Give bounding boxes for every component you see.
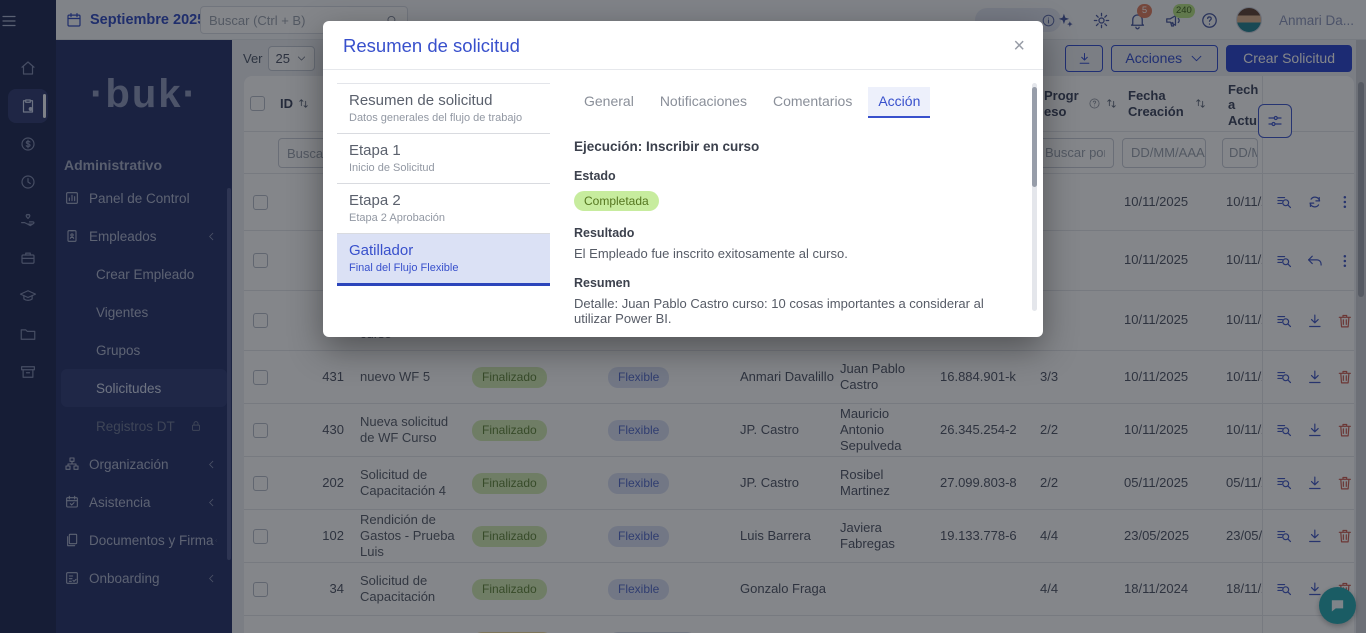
resumen-label: Resumen xyxy=(574,276,1003,290)
modal-title: Resumen de solicitud xyxy=(343,35,520,57)
tab-acción[interactable]: Acción xyxy=(868,87,930,118)
step-title: Gatillador xyxy=(349,242,538,259)
close-icon[interactable]: × xyxy=(1013,36,1025,56)
workflow-step-etapa-2[interactable]: Etapa 2 Etapa 2 Aprobación xyxy=(337,184,550,234)
resultado-text: El Empleado fue inscrito exitosamente al… xyxy=(574,246,1003,261)
step-detail-panel: GeneralNotificacionesComentariosAcción E… xyxy=(550,83,1029,326)
modal-scrollbar[interactable] xyxy=(1032,83,1037,311)
workflow-step-resumen-de-solicitud[interactable]: Resumen de solicitud Datos generales del … xyxy=(337,84,550,134)
workflow-step-etapa-1[interactable]: Etapa 1 Inicio de Solicitud xyxy=(337,134,550,184)
step-title: Etapa 2 xyxy=(349,192,538,209)
execution-heading: Ejecución: Inscribir en curso xyxy=(574,139,1003,154)
step-subtitle: Etapa 2 Aprobación xyxy=(349,212,538,224)
step-subtitle: Final del Flujo Flexible xyxy=(349,262,538,274)
workflow-steps-list: Resumen de solicitud Datos generales del … xyxy=(337,83,550,326)
tab-notificaciones[interactable]: Notificaciones xyxy=(650,87,757,118)
screen: Septiembre 2025 5 240 Anmari Da... xyxy=(0,0,1366,633)
tab-general[interactable]: General xyxy=(574,87,644,118)
request-summary-modal: Resumen de solicitud × Resumen de solici… xyxy=(323,21,1043,337)
estado-label: Estado xyxy=(574,169,1003,183)
workflow-step-gatillador[interactable]: Gatillador Final del Flujo Flexible xyxy=(337,234,550,286)
resultado-label: Resultado xyxy=(574,226,1003,240)
step-title: Resumen de solicitud xyxy=(349,92,538,109)
status-badge: Completada xyxy=(574,191,659,211)
tab-comentarios[interactable]: Comentarios xyxy=(763,87,862,118)
step-subtitle: Inicio de Solicitud xyxy=(349,162,538,174)
step-subtitle: Datos generales del flujo de trabajo xyxy=(349,112,538,124)
resumen-text: Detalle: Juan Pablo Castro curso: 10 cos… xyxy=(574,296,1003,326)
detail-tabs: GeneralNotificacionesComentariosAcción xyxy=(574,87,1003,118)
step-title: Etapa 1 xyxy=(349,142,538,159)
